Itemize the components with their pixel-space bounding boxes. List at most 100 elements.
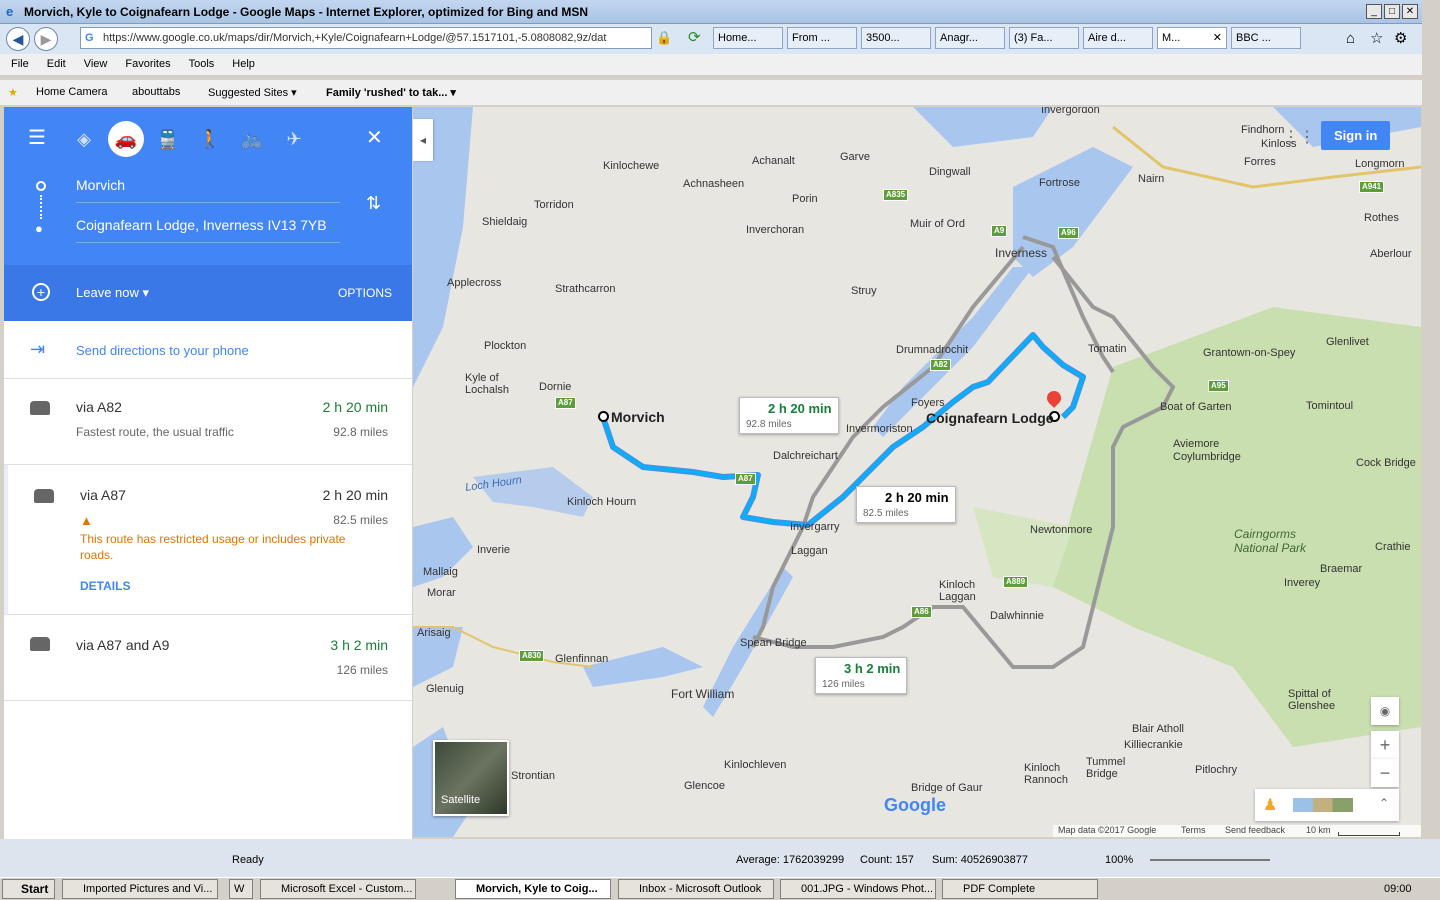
collapse-panel-button[interactable]: ◂ <box>413 119 433 161</box>
map-place-label: Coylumbridge <box>1173 451 1241 463</box>
close-tab-icon[interactable]: ✕ <box>1213 28 1226 48</box>
map-place-label: Strontian <box>511 770 556 782</box>
sign-in-button[interactable]: Sign in <box>1321 121 1391 150</box>
minimize-button[interactable]: _ <box>1366 4 1382 19</box>
taskbar-outlook[interactable]: Inbox - Microsoft Outlook <box>618 879 774 899</box>
cycling-mode-icon[interactable]: 🚲 <box>234 121 270 157</box>
url-text: https://www.google.co.uk/maps/dir/Morvic… <box>103 32 607 44</box>
maximize-button[interactable]: □ <box>1384 4 1400 19</box>
add-destination-icon[interactable]: + <box>32 283 50 301</box>
forward-button[interactable]: ▶ <box>34 27 58 51</box>
map-place-label: Aberlour <box>1370 248 1412 260</box>
zoom-out-button[interactable]: − <box>1371 759 1399 787</box>
details-link[interactable]: DETAILS <box>80 579 130 593</box>
tab-5[interactable]: (3) Fa... <box>1009 27 1079 49</box>
excel-zoom[interactable]: 100% <box>1105 854 1133 866</box>
map-footer: Map data ©2017 Google Terms Send feedbac… <box>1053 825 1421 837</box>
satellite-toggle[interactable]: Satellite <box>433 740 509 816</box>
my-location-icon[interactable]: ◉ <box>1371 697 1399 725</box>
map-place-label: Tummel Bridge <box>1086 756 1126 780</box>
map-place-label: Cock Bridge <box>1356 457 1416 469</box>
map-place-label: Drumnadrochit <box>896 344 969 356</box>
destination-input[interactable]: Coignafearn Lodge, Inverness IV13 7YB <box>76 217 340 243</box>
send-to-phone-row[interactable]: ⇥ Send directions to your phone <box>4 321 412 379</box>
transit-mode-icon[interactable]: 🚆 <box>150 121 186 157</box>
menu-file[interactable]: File <box>0 54 36 70</box>
home-icon[interactable]: ⌂ <box>1346 30 1355 47</box>
route-option-a87-a9[interactable]: via A87 and A9 3 h 2 min 126 miles <box>4 615 412 701</box>
layers-bar[interactable]: ♟ ⌃ <box>1255 789 1399 821</box>
map-place-label: Spittal of Glenshee <box>1288 688 1336 712</box>
fav-suggested-sites[interactable]: Suggested Sites ▾ <box>208 86 297 99</box>
map-place-label: Dornie <box>539 381 572 393</box>
favorites-star-icon[interactable]: ★ <box>8 86 18 99</box>
route-callout-a87-a9[interactable]: 3 h 2 min 126 miles <box>815 657 908 694</box>
tab-3[interactable]: 3500... <box>861 27 931 49</box>
menu-tools[interactable]: Tools <box>178 54 222 70</box>
taskbar-photos[interactable]: Imported Pictures and Vi... <box>62 879 218 899</box>
fav-family-news[interactable]: Family 'rushed' to tak... ▾ <box>326 86 456 99</box>
tab-1[interactable]: Home... <box>713 27 783 49</box>
leave-now-dropdown[interactable]: Leave now ▾ <box>76 285 149 301</box>
road-sign: A835 <box>883 189 909 201</box>
road-sign: A96 <box>1058 227 1079 239</box>
start-button[interactable]: Start <box>2 879 56 899</box>
menu-edit[interactable]: Edit <box>36 54 73 70</box>
zoom-in-button[interactable]: + <box>1371 731 1399 759</box>
map-place-label: Inverie <box>477 544 511 556</box>
menu-favorites[interactable]: Favorites <box>114 54 177 70</box>
favorites-star-icon[interactable]: ☆ <box>1370 29 1383 47</box>
menu-view[interactable]: View <box>73 54 115 70</box>
taskbar-word[interactable]: W <box>229 879 253 899</box>
refresh-icon[interactable]: ⟳ <box>688 28 701 46</box>
lock-icon[interactable]: 🔒 <box>656 30 672 46</box>
settings-gear-icon[interactable]: ⚙ <box>1394 29 1407 47</box>
send-directions-link[interactable]: Send directions to your phone <box>76 343 249 358</box>
route-option-a82[interactable]: via A82 Fastest route, the usual traffic… <box>4 379 412 465</box>
fav-home-camera[interactable]: Home Camera <box>36 86 108 98</box>
menu-help[interactable]: Help <box>221 54 262 70</box>
tab-active-maps[interactable]: M... ✕ <box>1157 27 1227 49</box>
taskbar-pdf[interactable]: PDF Complete <box>942 879 1098 899</box>
taskbar-ie[interactable]: Morvich, Kyle to Coig... <box>455 879 611 899</box>
close-directions-icon[interactable]: ✕ <box>366 125 383 150</box>
driving-mode-icon[interactable]: 🚗 <box>108 121 144 157</box>
start-marker-icon[interactable] <box>598 411 609 422</box>
map-place-label: Glencoe <box>684 780 725 792</box>
options-button[interactable]: OPTIONS <box>338 286 392 300</box>
tab-6[interactable]: Aire d... <box>1083 27 1153 49</box>
close-window-button[interactable]: ✕ <box>1402 4 1418 19</box>
back-button[interactable]: ◀ <box>6 27 30 51</box>
map-place-label: Aviemore <box>1173 438 1220 450</box>
road-sign: A9 <box>991 225 1008 237</box>
route-option-a87[interactable]: via A87 ▲ This route has restricted usag… <box>4 465 412 615</box>
imagery-thumbnails-icon[interactable] <box>1293 798 1353 812</box>
map-canvas[interactable]: Invergordon Findhorn Kinloss Forres Long… <box>413 107 1421 837</box>
flight-mode-icon[interactable]: ✈ <box>276 121 312 157</box>
tab-2[interactable]: From ... <box>787 27 857 49</box>
car-icon <box>34 489 54 503</box>
fav-abouttabs[interactable]: abouttabs <box>132 86 180 98</box>
map-place-label: Glenlivet <box>1326 336 1369 348</box>
origin-input[interactable]: Morvich <box>76 177 340 203</box>
menu-icon[interactable]: ☰ <box>28 125 46 150</box>
taskbar-excel[interactable]: Microsoft Excel - Custom... <box>260 879 416 899</box>
ie-icon: e <box>6 4 14 19</box>
zoom-slider[interactable] <box>1150 859 1270 861</box>
route-callout-a87[interactable]: 2 h 20 min 82.5 miles <box>856 486 956 523</box>
map-place-label: Kinloch Laggan <box>939 579 976 603</box>
taskbar-photo-viewer[interactable]: 001.JPG - Windows Phot... <box>780 879 936 899</box>
send-feedback-link[interactable]: Send feedback <box>1225 825 1285 835</box>
route-callout-a82[interactable]: 2 h 20 min 92.8 miles <box>739 397 839 434</box>
walking-mode-icon[interactable]: 🚶 <box>192 121 228 157</box>
pegman-icon[interactable]: ♟ <box>1263 795 1277 815</box>
map-place-label: Mallaig <box>423 566 458 578</box>
route-mode-icon[interactable]: ◈ <box>66 121 102 157</box>
tab-4[interactable]: Anagr... <box>935 27 1005 49</box>
map-place-label: Killiecrankie <box>1124 739 1183 751</box>
terms-link[interactable]: Terms <box>1181 825 1206 835</box>
address-bar[interactable]: G https://www.google.co.uk/maps/dir/Morv… <box>80 27 652 49</box>
expand-chevron-icon[interactable]: ⌃ <box>1379 796 1389 810</box>
swap-icon[interactable]: ⇅ <box>366 193 381 214</box>
tab-8[interactable]: BBC ... <box>1231 27 1301 49</box>
